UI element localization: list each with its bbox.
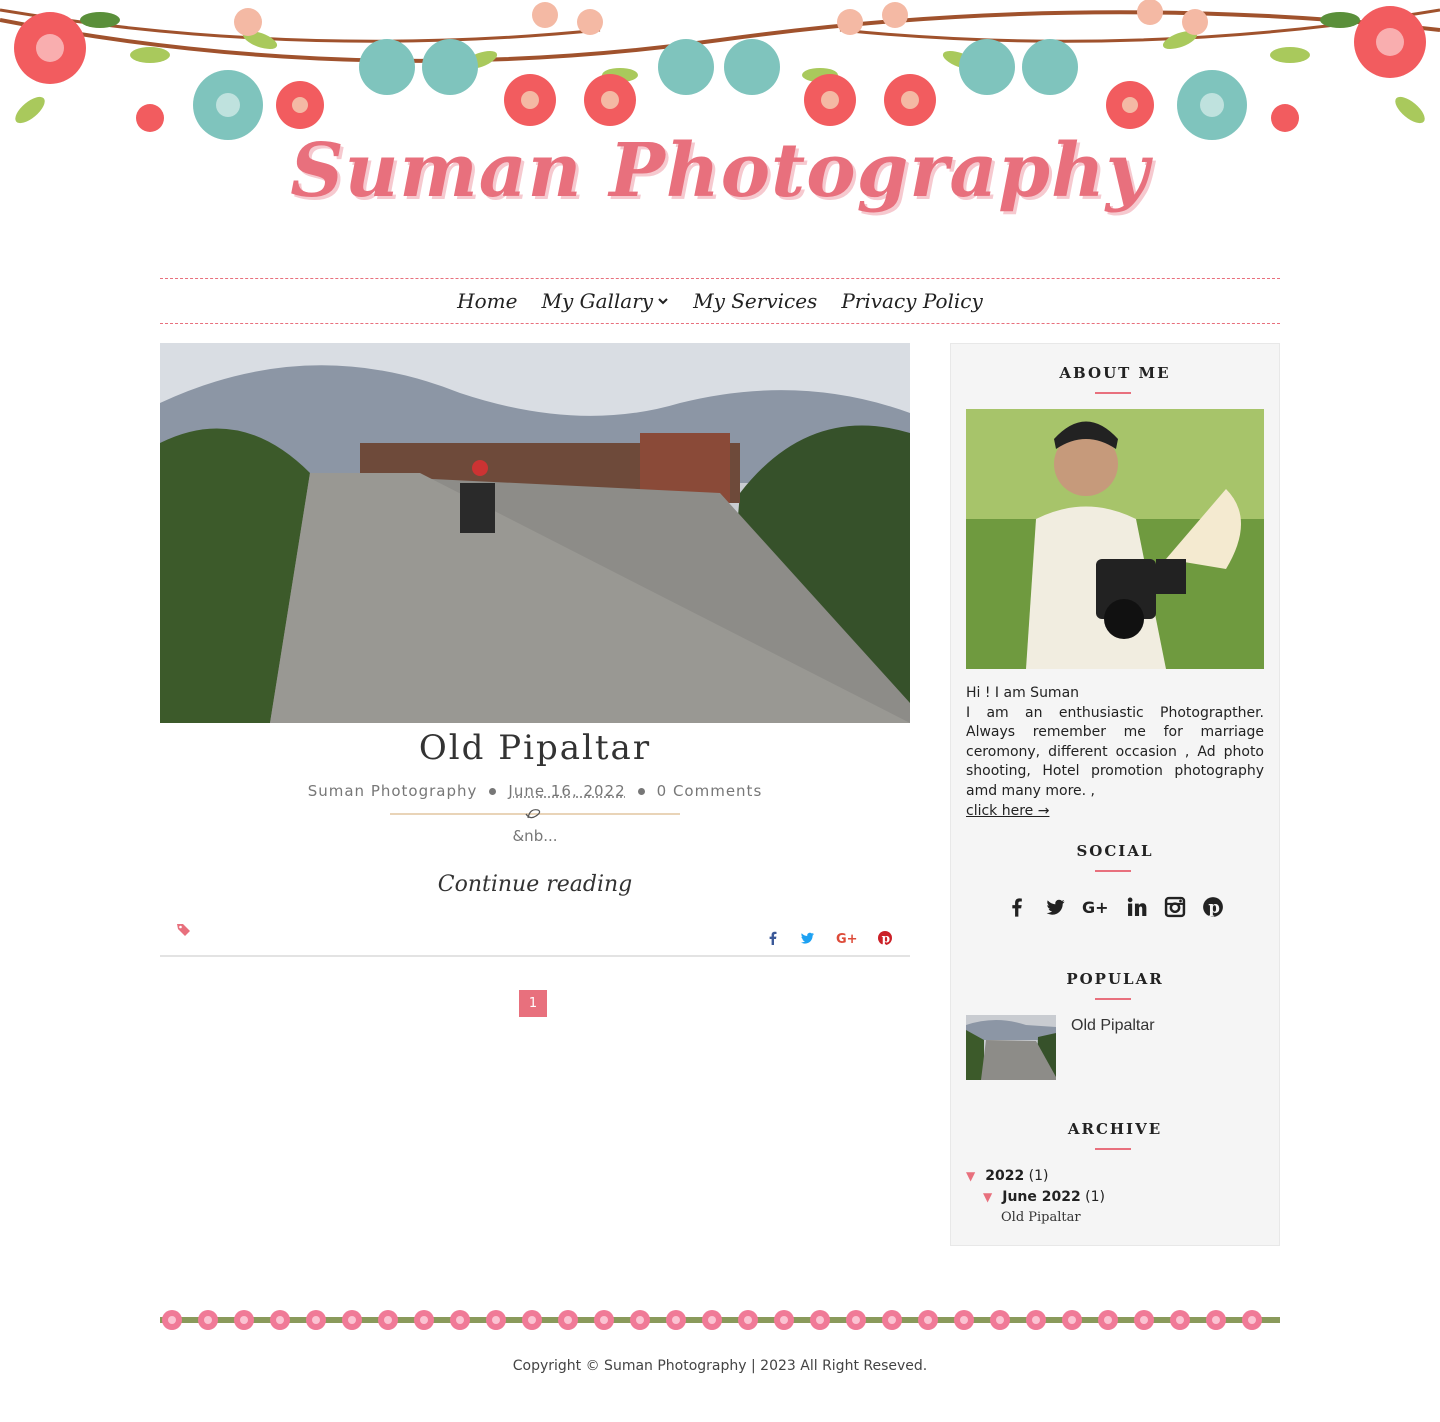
- about-body: I am an enthusiastic Photograpther. Alwa…: [966, 704, 1264, 799]
- nav-gallary-label: My Gallary: [541, 289, 654, 313]
- tag-icon[interactable]: [176, 922, 192, 938]
- social-icons: G+ p: [951, 896, 1279, 918]
- social-widget-title: SOCIAL: [1076, 842, 1154, 860]
- popular-post-title[interactable]: Old Pipaltar: [1071, 1017, 1155, 1035]
- post-comments[interactable]: 0 Comments: [657, 782, 763, 800]
- pagination-page-1[interactable]: 1: [519, 990, 547, 1017]
- footer-copyright: Copyright © Suman Photography | 2023 All…: [512, 1358, 928, 1374]
- pinterest-share-icon[interactable]: p: [877, 930, 893, 946]
- ornament-divider: [390, 809, 680, 819]
- title-underline: [1095, 870, 1131, 872]
- nav-privacy-label: Privacy Policy: [841, 289, 983, 313]
- triangle-down-icon[interactable]: ▼: [983, 1190, 992, 1204]
- post-title[interactable]: Old Pipaltar: [160, 728, 910, 768]
- post-meta: Suman Photography June 16, 2022 0 Commen…: [160, 782, 910, 800]
- svg-text:p: p: [1208, 898, 1220, 917]
- nav-my-gallary[interactable]: My Gallary: [541, 289, 669, 313]
- popular-widget-title: POPULAR: [1066, 970, 1164, 988]
- nav-home-label: Home: [457, 289, 518, 313]
- continue-reading-link[interactable]: Continue reading: [160, 872, 910, 897]
- sidebar: ABOUT ME Hi ! I am Suman I am an enthusi…: [950, 343, 1280, 1246]
- nav-home[interactable]: Home: [457, 289, 517, 313]
- chevron-down-icon: [658, 298, 668, 305]
- title-underline: [1095, 998, 1131, 1000]
- title-underline: [1095, 392, 1131, 394]
- meta-dot: [489, 787, 497, 795]
- meta-dot: [637, 787, 645, 795]
- post-separator: [160, 955, 910, 957]
- triangle-down-icon[interactable]: ▼: [966, 1169, 975, 1183]
- linkedin-icon[interactable]: [1126, 896, 1148, 918]
- post-author[interactable]: Suman Photography: [308, 782, 478, 800]
- site-title[interactable]: Suman Photography: [0, 128, 1440, 214]
- title-underline: [1095, 1148, 1131, 1150]
- nav-privacy-policy[interactable]: Privacy Policy: [841, 289, 982, 313]
- about-text: Hi ! I am Suman I am an enthusiastic Pho…: [966, 684, 1264, 821]
- nav-my-services[interactable]: My Services: [693, 289, 817, 313]
- twitter-icon[interactable]: [1044, 896, 1066, 918]
- nav-services-label: My Services: [693, 289, 818, 313]
- svg-text:G+: G+: [1082, 898, 1109, 917]
- google-plus-icon[interactable]: G+: [1082, 896, 1110, 918]
- google-plus-share-icon[interactable]: G+: [836, 930, 858, 946]
- main-navigation: Home My Gallary My Services Privacy Poli…: [160, 278, 1280, 324]
- twitter-share-icon[interactable]: [799, 930, 815, 946]
- popular-post-thumbnail[interactable]: [966, 1015, 1056, 1080]
- about-greeting: Hi ! I am Suman: [966, 685, 1080, 701]
- facebook-icon[interactable]: [1006, 896, 1028, 918]
- archive-year-label[interactable]: 2022: [985, 1168, 1024, 1184]
- svg-text:p: p: [882, 932, 890, 946]
- svg-text:G+: G+: [836, 932, 858, 946]
- archive-month-count: (1): [1085, 1189, 1106, 1205]
- archive-year-2022[interactable]: ▼ 2022 (1): [966, 1168, 1049, 1184]
- archive-month-june-2022[interactable]: ▼ June 2022 (1): [983, 1189, 1105, 1205]
- post-excerpt: &nb...: [512, 827, 558, 845]
- footer-rose-border: [160, 1310, 1280, 1330]
- about-photo: [966, 409, 1264, 669]
- about-widget-title: ABOUT ME: [1059, 364, 1171, 382]
- instagram-icon[interactable]: [1164, 896, 1186, 918]
- archive-widget-title: ARCHIVE: [1067, 1120, 1163, 1138]
- about-click-here-link[interactable]: click here →: [966, 803, 1049, 819]
- pinterest-icon[interactable]: p: [1202, 896, 1224, 918]
- post-date[interactable]: June 16, 2022: [508, 782, 625, 800]
- archive-post-link[interactable]: Old Pipaltar: [1001, 1210, 1081, 1225]
- facebook-share-icon[interactable]: [765, 930, 781, 946]
- archive-month-label[interactable]: June 2022: [1002, 1189, 1080, 1205]
- archive-year-count: (1): [1028, 1168, 1049, 1184]
- post-featured-image[interactable]: [160, 343, 910, 723]
